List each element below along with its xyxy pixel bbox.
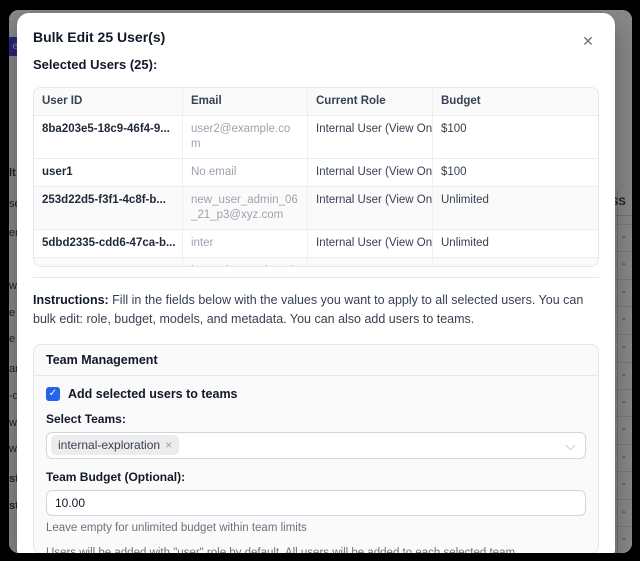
email-cell: new_user_admin_06_21_p3@xyz.com (183, 187, 308, 229)
current-role-cell: Internal User (View Only) (308, 159, 433, 186)
current-role-cell (308, 258, 433, 267)
email-cell: user2@example.com (183, 116, 308, 158)
select-teams-label: Select Teams: (46, 412, 586, 426)
checkbox-label: Add selected users to teams (68, 387, 238, 401)
selected-users-table[interactable]: User ID Email Current Role Budget 8ba203… (33, 87, 599, 267)
team-tag: internal-exploration × (51, 435, 179, 455)
team-tag-label: internal-exploration (58, 438, 160, 452)
window-frame: e lt se er w e e ar -q w w st st SS - - … (0, 0, 640, 561)
table-row: 253d22d5-f3f1-4c8f-b... new_user_admin_0… (34, 186, 598, 229)
budget-cell: $100 (433, 116, 599, 158)
email-cell: inter (183, 230, 308, 257)
app-screen: e lt se er w e e ar -q w w st st SS - - … (9, 10, 632, 553)
user-id-cell (34, 258, 183, 267)
budget-cell: $100 (433, 159, 599, 186)
column-header-email: Email (183, 88, 308, 115)
chevron-down-icon[interactable] (566, 440, 576, 450)
user-id-cell: 253d22d5-f3f1-4c8f-b... (34, 187, 183, 229)
user-id-cell: user1 (34, 159, 183, 186)
table-row: 8ba203e5-18c9-46f4-9... user2@example.co… (34, 115, 598, 158)
table-row: user1 No email Internal User (View Only)… (34, 158, 598, 186)
bulk-edit-modal: Bulk Edit 25 User(s) ✕ Selected Users (2… (17, 13, 615, 553)
instructions-label: Instructions: (33, 293, 109, 307)
email-cell: No email (183, 159, 308, 186)
current-role-cell: Internal User (View Only) (308, 230, 433, 257)
section-divider (33, 277, 599, 278)
budget-cell: Unlimited (433, 230, 599, 257)
remove-tag-icon[interactable]: × (165, 438, 172, 452)
table-row: 5dbd2335-cdd6-47ca-b... inter Internal U… (34, 229, 598, 257)
table-header-row: User ID Email Current Role Budget (34, 88, 598, 115)
budget-cell (433, 258, 599, 267)
modal-title: Bulk Edit 25 User(s) (33, 29, 599, 45)
checkbox-checked-icon[interactable]: ✓ (46, 387, 60, 401)
current-role-cell: Internal User (View Only) (308, 187, 433, 229)
team-budget-input[interactable] (46, 490, 586, 516)
column-header-budget: Budget (433, 88, 599, 115)
user-id-cell: 5dbd2335-cdd6-47ca-b... (34, 230, 183, 257)
add-users-to-teams-checkbox-row[interactable]: ✓ Add selected users to teams (46, 387, 586, 401)
close-icon[interactable]: ✕ (579, 32, 597, 50)
team-management-title: Team Management (34, 345, 598, 376)
selected-users-heading: Selected Users (25): (33, 57, 599, 72)
team-management-body: ✓ Add selected users to teams Select Tea… (34, 376, 598, 553)
team-budget-label: Team Budget (Optional): (46, 470, 586, 484)
team-management-panel: Team Management ✓ Add selected users to … (33, 344, 599, 553)
column-header-user-id: User ID (34, 88, 183, 115)
current-role-cell: Internal User (View Only) (308, 116, 433, 158)
select-teams-input[interactable]: internal-exploration × (46, 432, 586, 459)
column-header-current-role: Current Role (308, 88, 433, 115)
budget-cell: Unlimited (433, 187, 599, 229)
team-role-note-text: Users will be added with "user" role by … (46, 547, 586, 553)
email-cell: internal-user-ui-qa-06-28- (183, 258, 308, 267)
user-id-cell: 8ba203e5-18c9-46f4-9... (34, 116, 183, 158)
instructions-text: Instructions: Fill in the fields below w… (33, 291, 599, 330)
budget-hint-text: Leave empty for unlimited budget within … (46, 522, 586, 534)
table-row: internal-user-ui-qa-06-28- (34, 257, 598, 267)
instructions-body: Fill in the fields below with the values… (33, 293, 583, 326)
